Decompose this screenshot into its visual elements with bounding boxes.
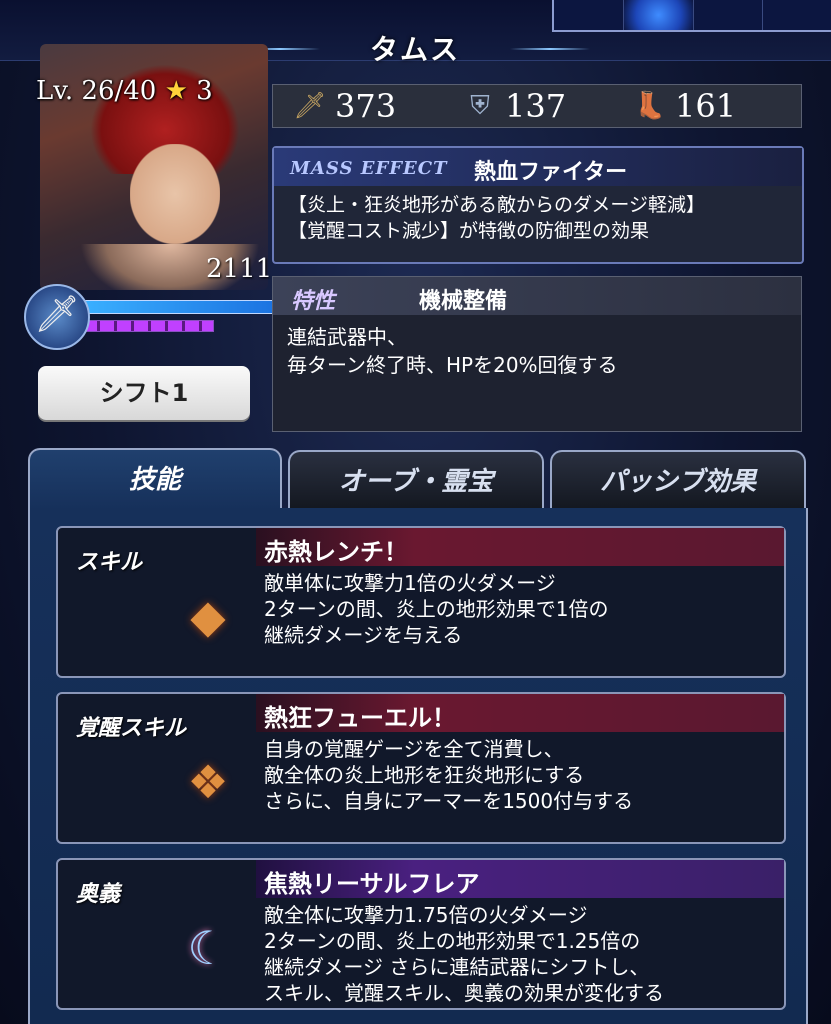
star-count: 3 — [196, 76, 213, 106]
skill-name: 赤熱レンチ！ — [264, 538, 408, 566]
skill-description: 敵単体に攻撃力1倍の火ダメージ 2ターンの間、炎上の地形効果で1倍の 継続ダメー… — [264, 571, 609, 647]
level-text: Lv. 26/40 — [36, 76, 157, 106]
character-name-row: タムス — [240, 30, 590, 70]
tab-orbs[interactable]: オーブ・霊宝 — [288, 450, 544, 512]
skill-type-label: スキル — [76, 550, 143, 575]
boot-icon: 👢 — [633, 91, 667, 121]
skill-description: 自身の覚醒ゲージを全て消費し、 敵全体の炎上地形を狂炎地形にする さらに、自身に… — [264, 737, 634, 813]
shift-button[interactable]: シフト1 — [38, 366, 250, 420]
hp-gauge-bar — [82, 300, 284, 314]
skill-name: 焦熱リーサルフレア — [264, 870, 480, 898]
page-indicator — [552, 0, 831, 32]
attack-stat: 🗡 373 — [293, 87, 443, 125]
fire-crystal-icon: ◆ — [190, 589, 226, 643]
trait-description: 連結武器中、 毎ターン終了時、HPを20%回復する — [287, 325, 618, 377]
crescent-moon-icon: ☾ — [187, 921, 229, 975]
skill-description: 敵全体に攻撃力1.75倍の火ダメージ 2ターンの間、炎上の地形効果で1.25倍の… — [264, 903, 664, 1005]
skill-type-label: 奥義 — [76, 882, 121, 907]
awaken-skill-card[interactable]: 覚醒スキル ❖ 熱狂フューエル！ 自身の覚醒ゲージを全て消費し、 敵全体の炎上地… — [56, 692, 786, 844]
weapon-gauge: 🗡 — [24, 284, 284, 350]
skill-name: 熱狂フューエル！ — [264, 704, 456, 732]
tab-skills[interactable]: 技能 — [28, 448, 282, 510]
trait-name: 機械整備 — [419, 289, 508, 314]
tab-passive[interactable]: パッシブ効果 — [550, 450, 806, 512]
speed-stat: 👢 161 — [633, 87, 783, 125]
mass-effect-label: MASS EFFECT — [290, 158, 448, 179]
trait-label: 特性 — [291, 289, 336, 314]
page-indicator-active — [623, 0, 694, 30]
stats-bar: 🗡 373 ⛨ 137 👢 161 — [272, 84, 802, 128]
star-icon: ★ — [164, 76, 188, 106]
mass-effect-box: MASS EFFECT 熱血ファイター 【炎上・狂炎地形がある敵からのダメージ軽… — [272, 146, 804, 264]
level-display: Lv. 26/40 ★ 3 — [36, 76, 213, 106]
fire-crystal-cluster-icon: ❖ — [187, 755, 229, 809]
skills-panel: スキル ◆ 赤熱レンチ！ 敵単体に攻撃力1倍の火ダメージ 2ターンの間、炎上の地… — [28, 508, 808, 1024]
defense-value: 137 — [505, 87, 567, 125]
sword-weapon-icon: 🗡 — [24, 284, 90, 350]
attack-value: 373 — [335, 87, 397, 125]
speed-value: 161 — [675, 87, 737, 125]
defense-stat: ⛨ 137 — [463, 87, 613, 125]
skill-card[interactable]: スキル ◆ 赤熱レンチ！ 敵単体に攻撃力1倍の火ダメージ 2ターンの間、炎上の地… — [56, 526, 786, 678]
tab-bar: 技能 オーブ・霊宝 パッシブ効果 — [28, 448, 806, 512]
character-name: タムス — [369, 33, 460, 66]
shield-icon: ⛨ — [470, 91, 490, 121]
skill-type-label: 覚醒スキル — [76, 716, 187, 741]
ultimate-skill-card[interactable]: 奥義 ☾ 焦熱リーサルフレア 敵全体に攻撃力1.75倍の火ダメージ 2ターンの間… — [56, 858, 786, 1010]
sword-icon: 🗡 — [293, 91, 327, 121]
trait-box: 特性 機械整備 連結武器中、 毎ターン終了時、HPを20%回復する — [272, 276, 802, 432]
mass-effect-name: 熱血ファイター — [474, 160, 628, 185]
awaken-gauge-bar — [82, 320, 214, 332]
mass-effect-description: 【炎上・狂炎地形がある敵からのダメージ軽減】 【覚醒コスト減少】が特徴の防御型の… — [288, 194, 706, 242]
power-value: 2111 — [206, 254, 273, 284]
